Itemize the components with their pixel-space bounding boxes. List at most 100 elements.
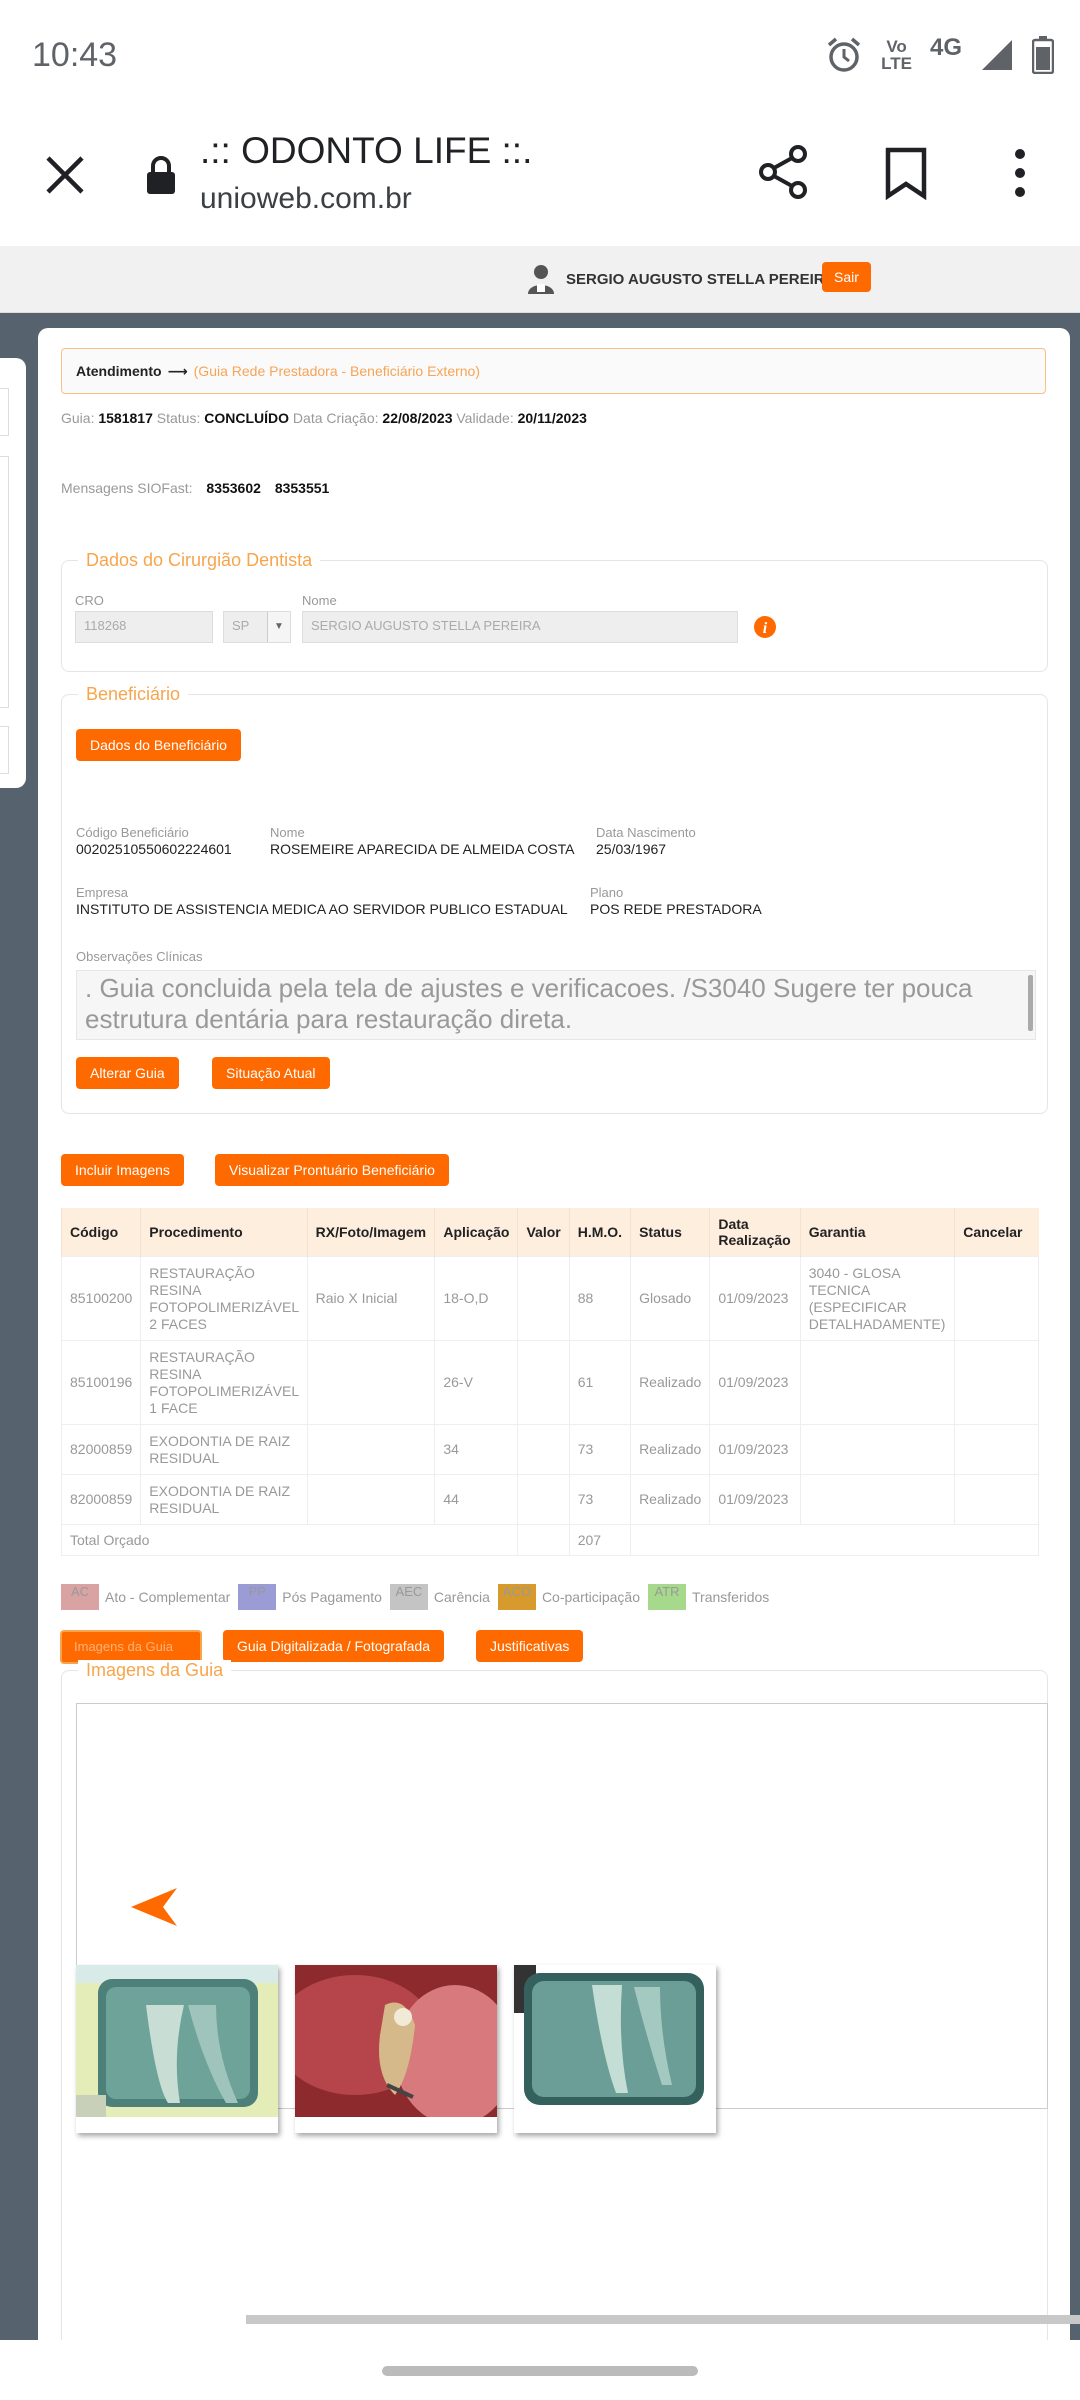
dentist-legend: Dados do Cirurgião Dentista [86,550,313,570]
volte-icon: Vo LTE [881,38,912,72]
collapsed-side-panel[interactable] [0,358,26,788]
table-header-row: Código Procedimento RX/Foto/Imagem Aplic… [60,1208,1039,1257]
beneficiary-data-button[interactable]: Dados do Beneficiário [76,729,241,761]
table-cell [799,1424,956,1475]
table-cell: 01/09/2023 [709,1256,801,1341]
status-icons: Vo LTE 4G [825,34,1054,74]
user-name: SERGIO AUGUSTO STELLA PEREIRA [566,270,836,288]
clinical-notes-textarea[interactable]: . Guia concluida pela tela de ajustes e … [76,970,1036,1040]
column-header[interactable]: Garantia [799,1208,955,1257]
table-cell[interactable] [954,1474,1039,1525]
table-cell: 44 [434,1474,519,1525]
messages-label: Mensagens SIOFast: [61,480,193,496]
table-cell[interactable] [306,1340,436,1425]
breadcrumb-link[interactable]: (Guia Rede Prestadora - Beneficiário Ext… [194,363,480,379]
table-cell [517,1256,570,1341]
column-header[interactable]: Valor [517,1208,570,1257]
column-header[interactable]: Código [60,1208,141,1257]
svg-text:i: i [763,620,768,637]
tab-images[interactable]: Imagens da Guia [60,1630,202,1664]
table-cell: 88 [568,1256,632,1341]
column-header[interactable]: RX/Foto/Imagem [306,1208,435,1257]
table-cell: 82000859 [60,1424,142,1475]
table-cell [517,1424,570,1475]
created-value: 22/08/2023 [382,410,453,426]
company-value: INSTITUTO DE ASSISTENCIA MEDICA AO SERVI… [76,901,568,917]
legend-swatch: AC [61,1584,99,1610]
images-legend: Imagens da Guia [78,1660,232,1681]
column-header[interactable]: Data Realização [709,1208,801,1257]
uf-select: SP ▼ [223,611,291,643]
tab-scanned-guia[interactable]: Guia Digitalizada / Fotografada [223,1630,444,1662]
table-cell: Realizado [630,1474,711,1525]
column-header[interactable]: Procedimento [140,1208,308,1257]
signal-icon [982,40,1012,70]
tab-images-label: Imagens da Guia [74,1639,174,1654]
previous-arrow-icon[interactable] [129,1886,179,1928]
column-header[interactable]: H.M.O. [568,1208,631,1257]
table-row[interactable]: 85100196 RESTAURAÇÃO RESINA FOTOPOLIMERI… [60,1340,1039,1425]
volte-top: Vo [886,37,907,56]
table-cell: 61 [568,1340,632,1425]
alter-guia-button[interactable]: Alterar Guia [76,1057,179,1089]
breadcrumb: Atendimento ⟶ (Guia Rede Prestadora - Be… [61,348,1046,394]
cro-input: 118268 [75,611,213,643]
home-gesture-handle[interactable] [382,2366,698,2376]
message-id: 8353602 [206,480,261,496]
legend-label: Transferidos [692,1589,770,1605]
clinical-photo [275,1965,515,2125]
xray-image [76,1965,278,2117]
code-label: Código Beneficiário [76,825,189,840]
horizontal-scrollbar[interactable] [246,2315,1080,2324]
table-cell[interactable]: Raio X Inicial [306,1256,436,1341]
birth-value: 25/03/1967 [596,841,667,857]
table-cell: Realizado [630,1424,711,1475]
table-cell[interactable] [306,1474,436,1525]
clinical-photo-thumbnail[interactable] [275,1965,515,2133]
legend-label: Co-participação [541,1589,640,1605]
view-record-button[interactable]: Visualizar Prontuário Beneficiário [215,1154,449,1186]
column-header[interactable]: Cancelar [954,1208,1039,1257]
table-cell[interactable] [306,1424,436,1475]
column-header[interactable]: Status [630,1208,710,1257]
textarea-scrollbar[interactable] [1028,975,1033,1031]
logout-button[interactable]: Sair [822,262,871,292]
table-row[interactable]: 82000859 EXODONTIA DE RAIZ RESIDUAL 44 7… [60,1474,1039,1525]
include-images-button[interactable]: Incluir Imagens [61,1154,184,1186]
share-icon[interactable] [756,144,812,200]
status-bar: 10:43 Vo LTE 4G [0,0,1080,118]
info-icon[interactable]: i [753,615,777,639]
browser-toolbar: .:: ODONTO LIFE ::. unioweb.com.br [0,118,1080,246]
column-header[interactable]: Aplicação [434,1208,518,1257]
bookmark-icon[interactable] [884,146,928,200]
dentist-section: Dados do Cirurgião Dentista CRO 118268 S… [61,550,1048,672]
table-cell [799,1474,956,1525]
table-row[interactable]: 82000859 EXODONTIA DE RAIZ RESIDUAL 34 7… [60,1424,1039,1475]
current-situation-button[interactable]: Situação Atual [212,1057,330,1089]
xray-thumbnail[interactable] [514,1965,716,2133]
table-cell [517,1524,570,1556]
table-cell: 01/09/2023 [709,1340,801,1425]
close-icon[interactable] [40,150,90,200]
beneficiary-section: Beneficiário Dados do Beneficiário Códig… [61,684,1048,1114]
table-cell: EXODONTIA DE RAIZ RESIDUAL [140,1474,308,1525]
user-icon [528,265,554,294]
beneficiary-name-value: ROSEMEIRE APARECIDA DE ALMEIDA COSTA [270,841,575,857]
table-cell[interactable] [954,1340,1039,1425]
tab-justifications[interactable]: Justificativas [476,1630,584,1662]
side-panel-field [0,388,9,436]
message-id: 8353551 [274,480,330,496]
table-cell: Glosado [630,1256,711,1341]
more-menu-icon[interactable] [1008,148,1032,198]
table-cell: Realizado [630,1340,711,1425]
table-cell [799,1340,956,1425]
table-row[interactable]: 85100200 RESTAURAÇÃO RESINA FOTOPOLIMERI… [60,1256,1039,1341]
xray-thumbnail[interactable] [76,1965,278,2133]
procedures-table: Código Procedimento RX/Foto/Imagem Aplic… [60,1208,1039,1556]
table-cell[interactable] [954,1256,1039,1341]
company-label: Empresa [76,885,129,900]
table-cell[interactable] [954,1424,1039,1475]
page-url[interactable]: unioweb.com.br [200,182,412,216]
table-cell: 82000859 [60,1474,142,1525]
table-cell: 73 [568,1424,632,1475]
